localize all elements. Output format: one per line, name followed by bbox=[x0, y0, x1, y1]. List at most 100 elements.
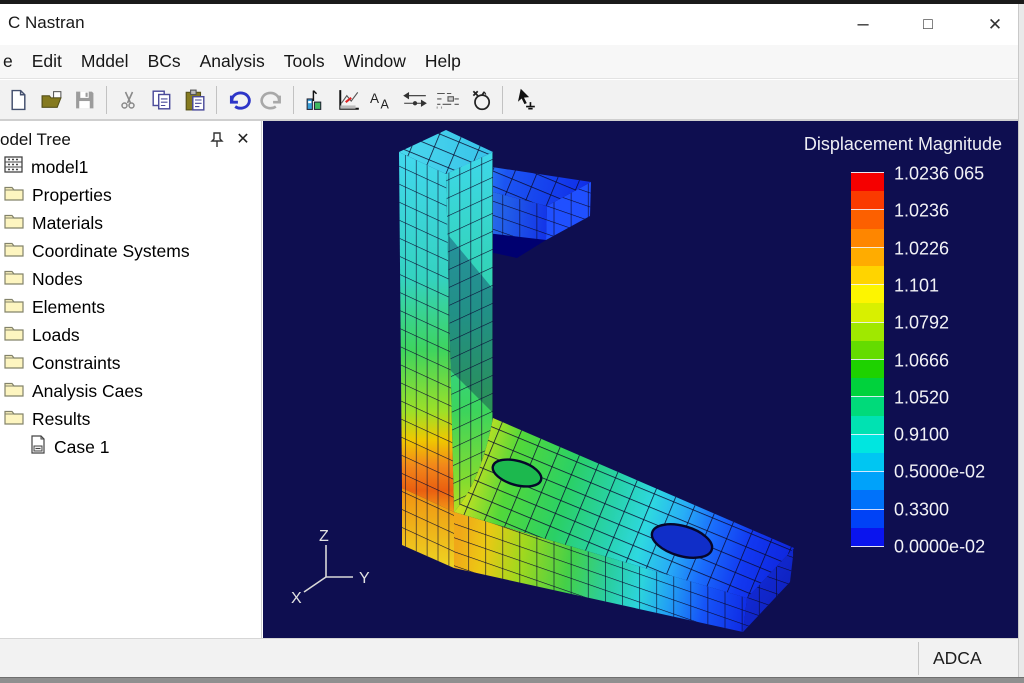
legend-value: 0.9100 bbox=[894, 425, 949, 446]
cut-icon[interactable] bbox=[112, 83, 145, 117]
legend-value: 1.0236 065 bbox=[894, 164, 984, 185]
tree-item-case-1[interactable]: Case 1 bbox=[0, 433, 261, 461]
model-tree-list: model1Properties Materials Coordinate Syst… bbox=[0, 153, 261, 461]
triad-y-label: Y bbox=[359, 570, 370, 587]
folder-icon bbox=[4, 297, 24, 318]
tree-item-label: Materials bbox=[32, 213, 103, 234]
panel-close-icon[interactable]: ✕ bbox=[232, 128, 254, 150]
legend-value: 0.3300 bbox=[894, 499, 949, 520]
window-right-border bbox=[1018, 4, 1024, 677]
open-folder-icon[interactable] bbox=[35, 83, 68, 117]
colorbar-segment bbox=[851, 396, 884, 415]
pin-icon[interactable] bbox=[206, 129, 228, 151]
pointer-select-icon[interactable] bbox=[508, 83, 541, 117]
menu-item-mddel[interactable]: Mddel bbox=[81, 51, 129, 72]
tree-item-label: Constraints bbox=[32, 353, 121, 374]
colorbar-segment bbox=[851, 416, 884, 434]
options-icon[interactable] bbox=[431, 83, 464, 117]
status-cell-adca: ADCA bbox=[919, 639, 1018, 677]
tree-item-results[interactable]: Results bbox=[0, 405, 261, 433]
rotate-view-icon[interactable] bbox=[464, 83, 497, 117]
close-button[interactable]: ✕ bbox=[972, 4, 1018, 45]
case-icon bbox=[30, 435, 46, 459]
menu-item-edit[interactable]: Edit bbox=[32, 51, 62, 72]
plot-icon[interactable] bbox=[332, 83, 365, 117]
colorbar-segment bbox=[851, 284, 884, 303]
menu-item-help[interactable]: Help bbox=[425, 51, 461, 72]
window-bottom-border bbox=[0, 677, 1024, 683]
folder-icon bbox=[4, 185, 24, 206]
status-bar: ADCA bbox=[0, 638, 1024, 677]
legend-value: 1.101 bbox=[894, 275, 939, 296]
colorbar-segment bbox=[851, 509, 884, 528]
legend-value: 1.0226 bbox=[894, 238, 949, 259]
colorbar-segment bbox=[851, 322, 884, 341]
menu-item-analysis[interactable]: Analysis bbox=[200, 51, 265, 72]
maximize-button[interactable]: □ bbox=[905, 4, 951, 45]
triad-x-label: X bbox=[291, 590, 302, 607]
toolbar: AA bbox=[0, 80, 1024, 121]
application-window: C Nastran – □ ✕ e Edit Mddel BCs Analysis Too… bbox=[0, 0, 1024, 683]
menu-item-tools[interactable]: Tools bbox=[284, 51, 325, 72]
copy-icon[interactable] bbox=[145, 83, 178, 117]
colorbar-segment bbox=[851, 434, 884, 453]
tree-item-label: Loads bbox=[32, 325, 80, 346]
minimize-button[interactable]: – bbox=[840, 4, 886, 45]
legend-value: 1.0236 bbox=[894, 201, 949, 222]
tree-item-elements[interactable]: Elements bbox=[0, 293, 261, 321]
tree-item-label: Nodes bbox=[32, 269, 83, 290]
tree-item-nodes[interactable]: Nodes bbox=[0, 265, 261, 293]
coordinate-triad bbox=[304, 545, 353, 592]
model-tree-panel: odel Tree ✕ model1Properties Materials Coo… bbox=[0, 121, 262, 638]
model-icon bbox=[4, 156, 23, 178]
triad-z-label: Z bbox=[319, 528, 329, 545]
text-style-icon[interactable]: AA bbox=[365, 83, 398, 117]
menu-item-bcs[interactable]: BCs bbox=[148, 51, 181, 72]
colorbar-segment bbox=[851, 266, 884, 284]
tree-item-constraints[interactable]: Constraints bbox=[0, 349, 261, 377]
menu-item-e[interactable]: e bbox=[3, 51, 13, 72]
save-icon[interactable] bbox=[68, 83, 101, 117]
colorbar-segment bbox=[851, 471, 884, 490]
tree-item-coordinate-systems[interactable]: Coordinate Systems bbox=[0, 237, 261, 265]
legend-title: Displacement Magnitude bbox=[804, 134, 1002, 155]
tree-item-materials[interactable]: Materials bbox=[0, 209, 261, 237]
fea-model: Z Y X bbox=[263, 121, 1018, 638]
legend-value: 1.0666 bbox=[894, 350, 949, 371]
colorbar-segment bbox=[851, 303, 884, 321]
folder-icon bbox=[4, 269, 24, 290]
window-title: C Nastran bbox=[8, 13, 85, 33]
results-chart-icon[interactable] bbox=[299, 83, 332, 117]
folder-icon bbox=[4, 325, 24, 346]
legend-colorbar bbox=[851, 172, 884, 547]
tree-item-label: Elements bbox=[32, 297, 105, 318]
colorbar-segment bbox=[851, 209, 884, 228]
tree-item-label: Results bbox=[32, 409, 90, 430]
colorbar-segment bbox=[851, 528, 884, 546]
colorbar-segment bbox=[851, 229, 884, 247]
model-column bbox=[399, 130, 493, 512]
legend-value: 0.5000e-02 bbox=[894, 462, 985, 483]
toolbar-separator bbox=[502, 86, 503, 114]
tree-item-properties[interactable]: Properties bbox=[0, 181, 261, 209]
graphics-viewport[interactable]: Z Y X Displacement Magnitude 1.0236 065 1… bbox=[263, 121, 1018, 638]
colorbar-segment bbox=[851, 247, 884, 266]
undo-icon[interactable] bbox=[222, 83, 255, 117]
menu-item-window[interactable]: Window bbox=[344, 51, 406, 72]
paste-icon[interactable] bbox=[178, 83, 211, 117]
legend-value: 1.0792 bbox=[894, 313, 949, 334]
toolbar-separator bbox=[293, 86, 294, 114]
toolbar-separator bbox=[106, 86, 107, 114]
redo-icon[interactable] bbox=[255, 83, 288, 117]
tree-item-label: Coordinate Systems bbox=[32, 241, 190, 262]
tree-item-model1[interactable]: model1 bbox=[0, 153, 261, 181]
new-file-icon[interactable] bbox=[2, 83, 35, 117]
model-tree-header: odel Tree ✕ bbox=[0, 127, 261, 153]
tree-item-analysis-caes[interactable]: Analysis Caes bbox=[0, 377, 261, 405]
legend-value: 1.0520 bbox=[894, 387, 949, 408]
colorbar-segment bbox=[851, 453, 884, 471]
animate-sliders-icon[interactable] bbox=[398, 83, 431, 117]
title-bar: C Nastran – □ ✕ bbox=[0, 4, 1024, 45]
folder-icon bbox=[4, 241, 24, 262]
tree-item-loads[interactable]: Loads bbox=[0, 321, 261, 349]
